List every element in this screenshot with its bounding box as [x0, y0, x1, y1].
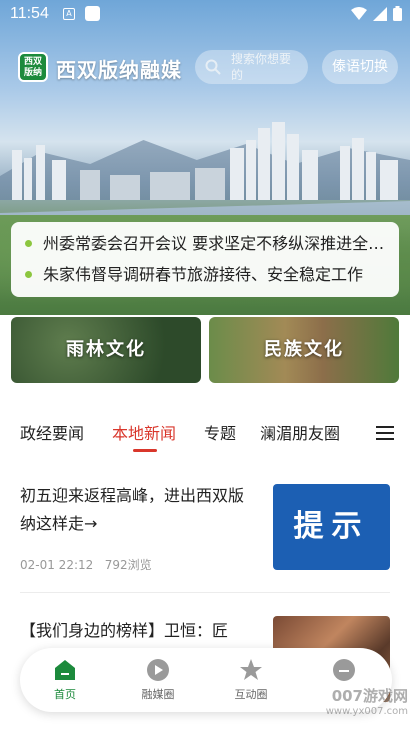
nav-home[interactable]: 首页	[30, 658, 100, 702]
watermark-title: 007游戏网	[331, 687, 408, 705]
brand-title: 西双版纳融媒	[56, 58, 182, 82]
active-tab-indicator	[133, 449, 157, 452]
signal-icon	[373, 6, 387, 21]
ethnic-culture-card[interactable]: 民族文化	[209, 317, 399, 383]
menu-icon[interactable]	[376, 426, 394, 444]
nav-label: 互动圈	[234, 688, 268, 701]
tab-local-news[interactable]: 本地新闻	[112, 420, 176, 444]
watermark: 007游戏网 www.yx007.com	[303, 688, 408, 720]
search-placeholder: 搜索你想要的	[231, 52, 292, 82]
profile-icon	[333, 659, 355, 681]
headline-item[interactable]: 州委常委会召开会议 要求坚定不移纵深推进全面从严治党	[25, 228, 387, 259]
play-icon	[147, 659, 169, 681]
watermark-url: www.yx007.com	[325, 706, 408, 717]
notification-a-icon: A	[63, 8, 75, 20]
news-meta: 02-01 22:12 792浏览	[20, 556, 152, 573]
divider	[20, 592, 390, 593]
search-box[interactable]: 搜索你想要的	[195, 50, 308, 84]
wifi-icon	[351, 6, 367, 20]
city-skyline-graphic	[12, 122, 398, 200]
search-icon	[205, 59, 221, 75]
nav-media-circle[interactable]: 融媒圈	[123, 658, 193, 702]
tab-politics-economy[interactable]: 政经要闻	[20, 420, 84, 444]
rainforest-culture-card[interactable]: 雨林文化	[11, 317, 201, 383]
nav-label: 首页	[54, 688, 76, 701]
status-bar: 11:54 A	[0, 0, 410, 30]
battery-icon	[393, 6, 402, 21]
headline-ticker: 州委常委会召开会议 要求坚定不移纵深推进全面从严治党 朱家伟督导调研春节旅游接待…	[11, 222, 399, 297]
news-title[interactable]: 初五迎来返程高峰，进出西双版纳这样走→	[20, 482, 252, 538]
news-thumbnail[interactable]: 提示	[273, 484, 390, 570]
app-logo: 西双 版纳	[18, 52, 48, 82]
nav-interaction-circle[interactable]: 互动圈	[216, 658, 286, 702]
tab-special-topics[interactable]: 专题	[204, 420, 236, 444]
language-switch-button[interactable]: 傣语切换	[322, 50, 398, 84]
star-icon	[240, 659, 262, 680]
status-time: 11:54	[10, 5, 49, 22]
nav-label: 融媒圈	[141, 688, 175, 701]
headline-item[interactable]: 朱家伟督导调研春节旅游接待、安全稳定工作	[25, 259, 387, 290]
news-tabs: 政经要闻 本地新闻 专题 澜湄朋友圈	[0, 408, 410, 456]
status-indicators	[351, 6, 402, 21]
news-views: 792浏览	[104, 558, 152, 572]
notification-square-icon	[85, 6, 100, 21]
home-icon	[55, 660, 75, 680]
news-date: 02-01 22:12	[20, 558, 94, 572]
tab-lancang-mekong-friends[interactable]: 澜湄朋友圈	[260, 420, 340, 444]
